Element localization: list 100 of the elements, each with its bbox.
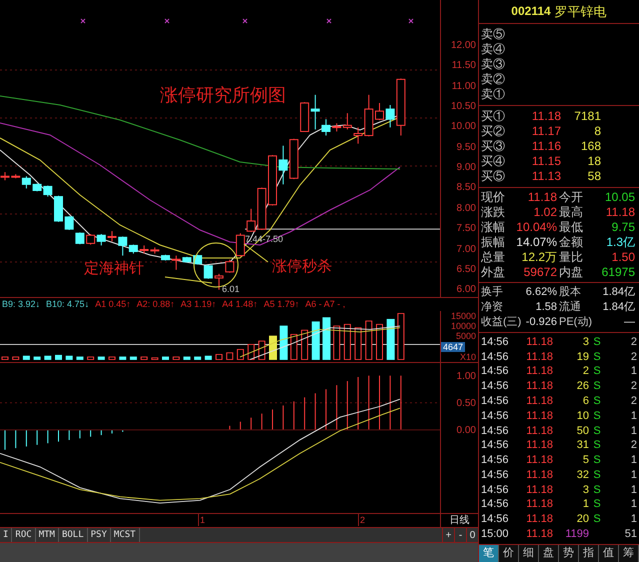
- highlight-circle: [194, 242, 238, 288]
- volume-bar: [130, 356, 137, 360]
- signal-mark: [80, 18, 86, 24]
- tick-volume: 1199: [564, 528, 589, 542]
- macd-axis-label: 1.00: [456, 371, 476, 383]
- candlestick: [193, 254, 202, 266]
- tick-price: 11.18: [525, 365, 553, 378]
- signal-mark: [326, 18, 332, 24]
- signal-mark: [242, 18, 248, 24]
- quote-label: 总量: [481, 250, 506, 265]
- quote-label: 今开: [559, 190, 584, 205]
- quote-value: 10.05: [604, 190, 636, 205]
- tick-volume: 32: [576, 468, 589, 482]
- tick-price: 11.18: [525, 439, 553, 452]
- tick-time: 14:56: [481, 365, 510, 378]
- volume-bar: [172, 356, 180, 360]
- quote-label: 最低: [559, 220, 584, 235]
- volume-bar: [44, 356, 52, 360]
- bid-price: 11.17: [530, 124, 561, 139]
- tick-time: 14:56: [481, 380, 510, 394]
- tick-price: 11.18: [525, 498, 553, 512]
- tick-price: 11.18: [525, 484, 553, 497]
- indicator-tab[interactable]: I: [0, 528, 12, 542]
- zoom-button[interactable]: +: [442, 528, 454, 542]
- quote-label: 最高: [559, 205, 584, 220]
- volume-bar: [55, 354, 62, 360]
- tick-time: 14:56: [481, 350, 510, 364]
- zoom-button[interactable]: -: [454, 528, 466, 542]
- tick-price: 11.18: [525, 380, 553, 394]
- chart-title: 涨停研究所例图: [160, 84, 286, 107]
- candlestick: [289, 138, 298, 180]
- panel-tab[interactable]: 指: [579, 545, 599, 562]
- tick-volume: 26: [576, 380, 589, 394]
- volume-bar: [354, 327, 362, 360]
- volume-bar: [66, 356, 73, 360]
- volume-bar: [98, 356, 105, 360]
- tick-time: 14:56: [481, 424, 510, 438]
- quote-value: 12.2万: [520, 250, 558, 265]
- volume-axis-label: 15000: [450, 311, 476, 321]
- candlestick: [32, 183, 42, 192]
- tick-count: 2: [630, 350, 637, 364]
- quote-value: 61975: [600, 265, 636, 280]
- price-axis-label: 8.00: [456, 202, 476, 215]
- panel-tab[interactable]: 价: [499, 545, 519, 562]
- candlestick: [96, 234, 106, 246]
- indicator-tab[interactable]: MTM: [36, 528, 59, 542]
- tick-side: S: [593, 365, 601, 378]
- volume-bar: [236, 349, 244, 360]
- stat-value: -0.926: [524, 315, 558, 330]
- volume-bar: [34, 356, 41, 360]
- candlestick: [236, 232, 245, 257]
- candlestick: [75, 232, 84, 245]
- volume-bar: [301, 330, 308, 360]
- indicator-value: A1 0.45↑: [95, 299, 131, 310]
- volume-bar: [108, 356, 116, 360]
- volume-marker: 4647: [441, 342, 466, 352]
- tick-side: S: [593, 350, 601, 363]
- bid-volume: 7181: [573, 109, 601, 124]
- ask-label: 卖③: [480, 57, 506, 72]
- tick-time: 14:56: [481, 336, 510, 349]
- stat-label: 换手: [481, 285, 504, 300]
- tick-volume: 6: [582, 395, 589, 408]
- candlestick: [204, 264, 213, 280]
- quote-label: 现价: [481, 190, 506, 205]
- volume-bar: [76, 356, 84, 360]
- tick-count: 1: [630, 454, 637, 468]
- volume-axis-label: 10000: [450, 321, 476, 331]
- x-axis-label: 2: [358, 514, 366, 526]
- chart-note: 涨停秒杀: [272, 258, 332, 276]
- price-axis-label: 9.50: [456, 142, 476, 154]
- tick-side: S: [593, 454, 601, 466]
- indicator-tab[interactable]: MCST: [110, 528, 140, 542]
- panel-tab[interactable]: 筹: [619, 545, 639, 562]
- indicator-tab[interactable]: BOLL: [58, 528, 88, 542]
- indicator-tab[interactable]: PSY: [88, 528, 111, 542]
- panel-tab[interactable]: 值: [599, 545, 619, 562]
- candlestick: [375, 102, 384, 121]
- panel-tab[interactable]: 细: [519, 545, 539, 562]
- indicator-value: A6 - A7 - ,: [305, 299, 346, 310]
- panel-tab[interactable]: 笔: [479, 545, 499, 562]
- tick-count: 1: [630, 365, 637, 378]
- tick-volume: 3: [582, 484, 589, 497]
- volume-bar: [333, 326, 340, 360]
- indicator-value: A2: 0.88↑: [136, 299, 175, 310]
- macd-axis-label: 0.00: [456, 425, 476, 437]
- indicator-tab[interactable]: ROC: [12, 528, 36, 542]
- zoom-button[interactable]: 0: [466, 528, 478, 542]
- price-axis-label: 12.00: [450, 40, 476, 52]
- stock-name: 罗平锌电: [554, 4, 607, 19]
- tick-side: S: [593, 424, 601, 437]
- quote-label: 涨跌: [481, 205, 506, 220]
- candlestick: [54, 195, 63, 222]
- volume-bar: [280, 326, 288, 360]
- stat-value: 6.62%: [524, 285, 558, 300]
- panel-tab[interactable]: 势: [559, 545, 579, 562]
- quote-label: 外盘: [481, 265, 506, 280]
- tick-time: 14:56: [481, 454, 510, 468]
- quote-label: 金额: [559, 235, 584, 250]
- tick-volume: 10: [576, 410, 589, 423]
- panel-tab[interactable]: 盘: [539, 545, 559, 562]
